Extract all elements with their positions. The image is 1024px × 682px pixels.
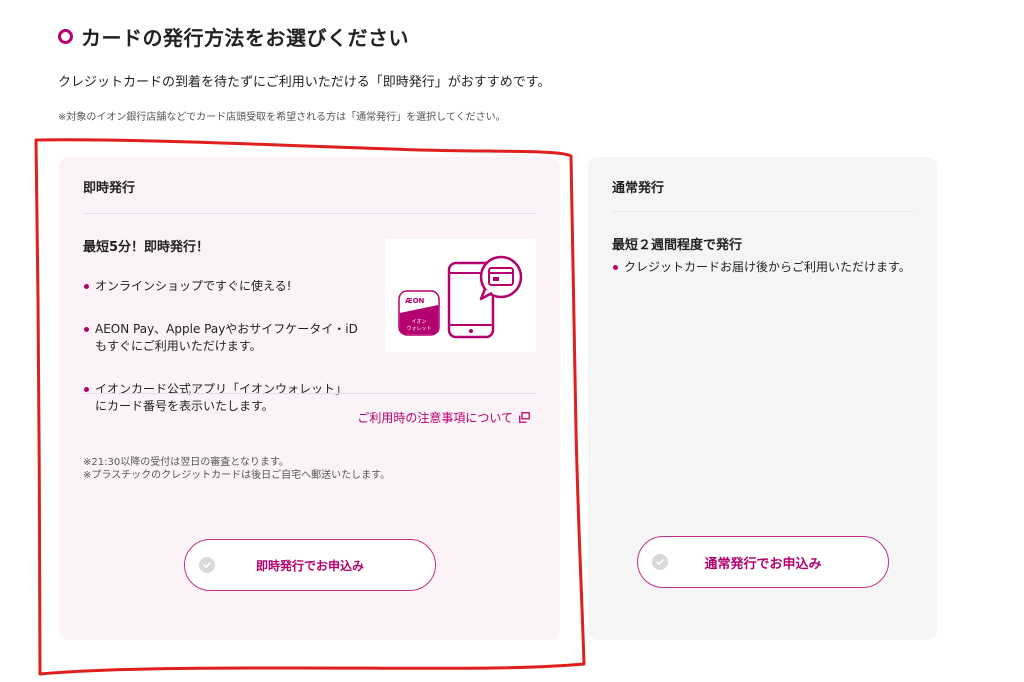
list-item: イオンカード公式アプリ「イオンウォレット」 にカード番号を表示いたします。 bbox=[83, 381, 383, 415]
normal-heading: 通常発行 bbox=[612, 181, 665, 196]
normal-apply-button[interactable]: 通常発行でお申込み bbox=[637, 536, 889, 588]
section-title: カードの発行方法をお選びください bbox=[58, 22, 409, 51]
card-divider bbox=[83, 393, 536, 394]
card-divider bbox=[83, 213, 536, 214]
card-divider bbox=[612, 211, 913, 212]
check-circle-icon bbox=[652, 554, 668, 570]
card-bubble-icon bbox=[479, 255, 523, 301]
footnote: ※21:30以降の受付は翌日の審査となります。 bbox=[83, 457, 289, 468]
instant-bullet-list: オンラインショップですぐに使える! AEON Pay、Apple Payやおサイ… bbox=[83, 261, 383, 441]
store-pickup-note: ※対象のイオン銀行店舗などでカード店頭受取を希望される方は「通常発行」を選択して… bbox=[58, 112, 506, 123]
normal-bullet-list: クレジットカードお届け後からご利用いただけます。 bbox=[612, 259, 922, 285]
check-circle-icon bbox=[199, 557, 215, 573]
lead-text: クレジットカードの到着を待たずにご利用いただける「即時発行」がおすすめです。 bbox=[58, 75, 551, 90]
usage-notice-text: ご利用時の注意事項について bbox=[357, 411, 513, 425]
usage-notice-link[interactable]: ご利用時の注意事項について bbox=[357, 409, 530, 426]
smartphone-card-icon: ÆON イオン ウォレット bbox=[398, 255, 523, 339]
instant-issue-card: 即時発行 最短5分！即時発行！ オンラインショップですぐに使える! AEON P… bbox=[59, 157, 560, 640]
app-label-line2: ウォレット bbox=[406, 325, 431, 332]
app-label-line1: イオン bbox=[411, 319, 426, 325]
section-title-text: カードの発行方法をお選びください bbox=[81, 26, 409, 50]
instant-heading: 即時発行 bbox=[83, 181, 136, 196]
aeon-wallet-app-icon: ÆON イオン ウォレット bbox=[398, 290, 440, 336]
normal-feature-title: 最短２週間程度で発行 bbox=[612, 238, 743, 253]
normal-apply-label: 通常発行でお申込み bbox=[704, 556, 822, 572]
list-item: クレジットカードお届け後からご利用いただけます。 bbox=[612, 259, 922, 276]
external-link-icon bbox=[519, 412, 530, 423]
normal-issue-card: 通常発行 最短２週間程度で発行 クレジットカードお届け後からご利用いただけます。… bbox=[588, 157, 937, 640]
ring-icon bbox=[58, 29, 73, 44]
list-item: AEON Pay、Apple Payやおサイフケータイ・iD もすぐにご利用いた… bbox=[83, 321, 383, 355]
list-item: オンラインショップですぐに使える! bbox=[83, 278, 383, 295]
instant-feature-title: 最短5分！即時発行！ bbox=[83, 240, 210, 255]
app-logo-text: ÆON bbox=[405, 297, 425, 305]
instant-apply-button[interactable]: 即時発行でお申込み bbox=[184, 539, 436, 591]
instant-footnotes: ※21:30以降の受付は翌日の審査となります。 ※プラスチックのクレジットカード… bbox=[83, 456, 390, 482]
instant-apply-label: 即時発行でお申込み bbox=[255, 558, 364, 573]
smartphone-card-illustration: ÆON イオン ウォレット bbox=[385, 239, 536, 352]
footnote: ※プラスチックのクレジットカードは後日ご自宅へ郵送いたします。 bbox=[83, 470, 391, 481]
